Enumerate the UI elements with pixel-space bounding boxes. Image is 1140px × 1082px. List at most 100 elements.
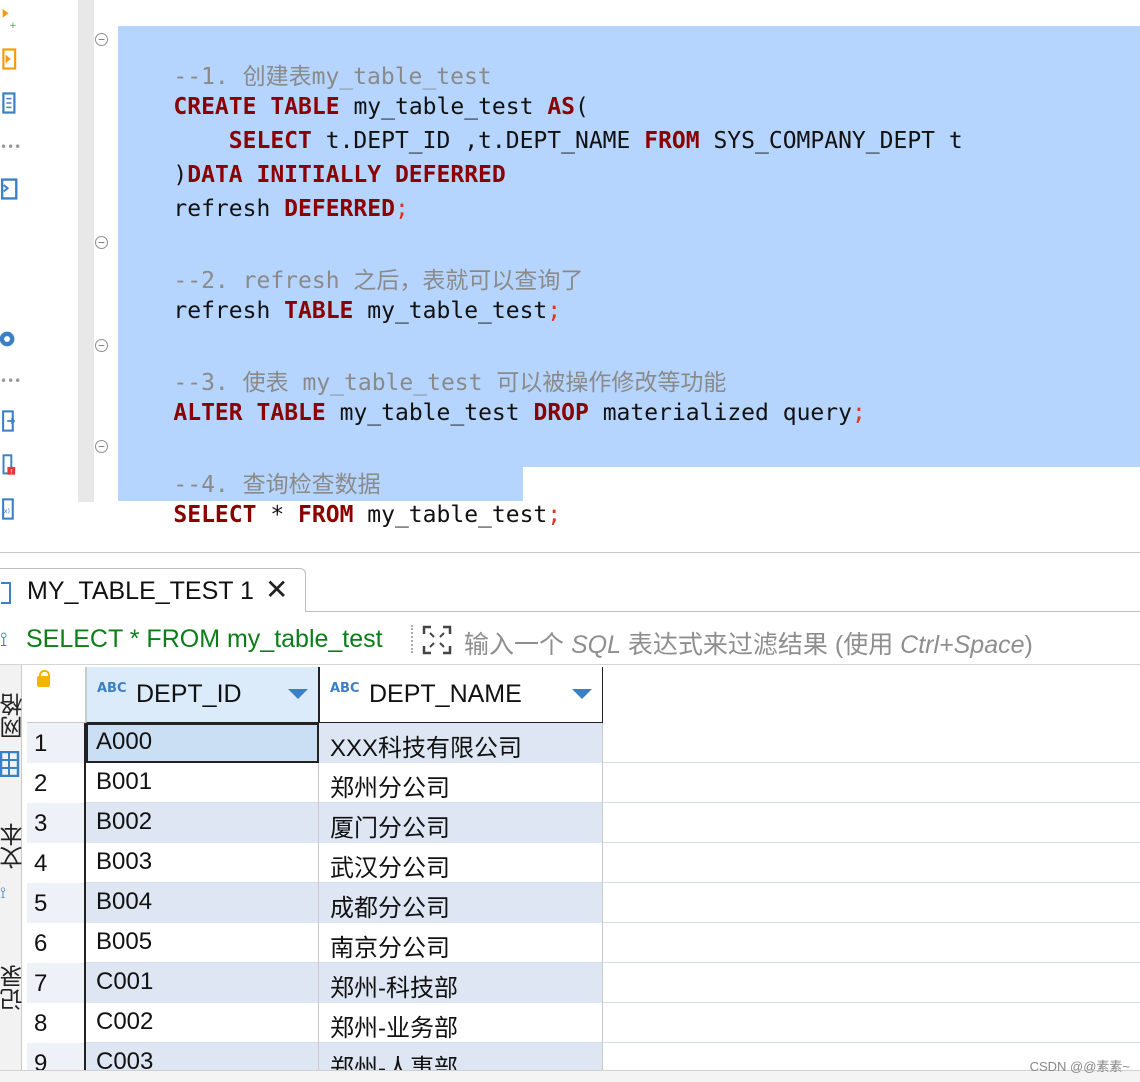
result-tab-bar: MY_TABLE_TEST 1 ✕ [0,566,1140,612]
panel-divider[interactable] [0,552,1140,553]
cell-dept-id[interactable]: A000 [86,723,319,763]
sql-text: * [256,502,299,528]
column-header-label: DEPT_NAME [369,680,522,708]
cell-dept-name[interactable]: 成都分公司 [319,883,603,923]
editor-gutter [78,0,94,502]
table-row[interactable]: 7 C001 郑州-科技部 [27,963,1140,1003]
code-line-14[interactable]: SELECT * FROM my_table_test; [118,464,561,528]
row-number[interactable]: 3 [27,803,86,843]
sort-arrow-icon[interactable] [572,689,592,699]
cell-dept-name[interactable]: 郑州-科技部 [319,963,603,1003]
expand-icon[interactable] [422,625,452,655]
table-row[interactable]: 9 C003 郑州-人事部 [27,1043,1140,1070]
row-number[interactable]: 5 [27,883,86,923]
row-number[interactable]: 1 [27,723,86,763]
tab-text[interactable]: 文本 [0,823,30,869]
code-line-7[interactable]: --2. refresh 之后，表就可以查询了 [118,230,583,294]
result-grid[interactable]: ABC DEPT_ID ABC DEPT_NAME 1 A000 XXX科技有限… [27,667,1140,1070]
code-line-4[interactable]: )DATA INITIALLY DEFERRED [118,124,505,188]
sql-keyword: FROM [644,128,700,154]
code-line-13[interactable]: --4. 查询检查数据 [118,434,380,498]
table-row[interactable]: 4 B003 武汉分公司 [27,843,1140,883]
grid-icon[interactable] [0,751,20,777]
lock-icon [37,670,50,687]
sql-text: my_table_test [353,502,548,528]
fold-toggle-icon[interactable]: − [95,33,108,46]
cell-dept-id[interactable]: B005 [86,923,319,963]
column-header-dept-name[interactable]: ABC DEPT_NAME [319,667,603,723]
filter-bar: ⟟ SELECT * FROM my_table_test 输入一个 SQL 表… [0,613,1140,665]
cell-dept-name[interactable]: 郑州-业务部 [319,1003,603,1043]
filter-separator [411,625,413,653]
row-number[interactable]: 8 [27,1003,86,1043]
sql-text: my_table_test [325,400,534,426]
cell-dept-id[interactable]: B003 [86,843,319,883]
code-line-3[interactable]: SELECT t.DEPT_ID ,t.DEPT_NAME FROM SYS_C… [118,90,963,154]
filter-placeholder-part: 表达式来过滤结果 (使用 [620,631,901,659]
table-row[interactable]: 5 B004 成都分公司 [27,883,1140,923]
cell-dept-name[interactable]: 厦门分公司 [319,803,603,843]
column-header-label: DEPT_ID [136,680,242,708]
cell-dept-id[interactable]: B001 [86,763,319,803]
cell-dept-id[interactable]: C001 [86,963,319,1003]
table-row[interactable]: 8 C002 郑州-业务部 [27,1003,1140,1043]
close-icon[interactable]: ✕ [265,573,288,606]
cell-dept-id[interactable]: C002 [86,1003,319,1043]
fold-toggle-icon[interactable]: − [95,236,108,249]
sql-text: materialized query [588,400,852,426]
cell-dept-name[interactable]: XXX科技有限公司 [319,723,603,763]
sort-arrow-icon[interactable] [288,689,308,699]
cell-dept-name[interactable]: 郑州分公司 [319,763,603,803]
row-number[interactable]: 6 [27,923,86,963]
sql-text: SYS_COMPANY_DEPT t [699,128,963,154]
cell-dept-name[interactable]: 南京分公司 [319,923,603,963]
fold-toggle-icon[interactable]: − [95,440,108,453]
query-icon: ⟟ [0,627,8,651]
query-text: SELECT * FROM my_table_test [26,625,383,653]
cell-dept-name[interactable]: 武汉分公司 [319,843,603,883]
sql-text: refresh [173,196,285,222]
table-row[interactable]: 6 B005 南京分公司 [27,923,1140,963]
tab-record[interactable]: 记录 [0,965,30,1011]
cell-dept-id[interactable]: B004 [86,883,319,923]
filter-input[interactable]: 输入一个 SQL 表达式来过滤结果 (使用 Ctrl+Space) [464,625,1033,661]
fold-toggle-icon[interactable]: − [95,339,108,352]
text-icon[interactable]: ⟟ [0,883,6,903]
cell-dept-id[interactable]: C003 [86,1043,319,1070]
sql-text: my_table_test [353,298,548,324]
sql-semicolon: ; [851,400,866,426]
view-switcher: 网格 文本 ⟟ 记录 [0,665,26,1070]
filter-placeholder-part: 输入一个 [464,631,571,659]
code-line-11[interactable]: ALTER TABLE my_table_test DROP materiali… [118,362,865,426]
cell-dept-name[interactable]: 郑州-人事部 [319,1043,603,1070]
result-tab-label: MY_TABLE_TEST 1 [27,577,254,605]
table-icon [1,582,11,604]
code-line-8[interactable]: refresh TABLE my_table_test; [118,260,561,324]
lock-header[interactable] [27,667,86,723]
sql-keyword: TABLE [256,400,326,426]
column-header-dept-id[interactable]: ABC DEPT_ID [86,667,319,723]
sql-semicolon: ; [394,196,409,222]
cell-dept-id[interactable]: B002 [86,803,319,843]
sql-semicolon: ; [547,502,562,528]
row-number[interactable]: 4 [27,843,86,883]
sql-text: refresh [173,298,285,324]
sql-semicolon: ; [547,298,562,324]
code-line-1[interactable]: --1. 创建表my_table_test [118,26,491,90]
code-line-5[interactable]: refresh DEFERRED; [118,158,408,222]
table-row[interactable]: 3 B002 厦门分公司 [27,803,1140,843]
table-row[interactable]: 2 B001 郑州分公司 [27,763,1140,803]
row-number[interactable]: 9 [27,1043,86,1070]
tab-grid[interactable]: 网格 [0,693,30,739]
code-line-10[interactable]: --3. 使表 my_table_test 可以被操作修改等功能 [118,332,726,396]
table-row[interactable]: 1 A000 XXX科技有限公司 [27,723,1140,763]
code-line-2[interactable]: CREATE TABLE my_table_test AS( [118,56,588,120]
sql-editor[interactable]: − − − − --1. 创建表my_table_test CREATE TAB… [0,0,1140,540]
row-number[interactable]: 2 [27,763,86,803]
sql-keyword: TABLE [284,298,354,324]
result-tab[interactable]: MY_TABLE_TEST 1 ✕ [0,568,306,612]
row-number[interactable]: 7 [27,963,86,1003]
filter-placeholder-part: ) [1024,631,1033,659]
watermark: CSDN @@素素~ [1029,1059,1130,1074]
